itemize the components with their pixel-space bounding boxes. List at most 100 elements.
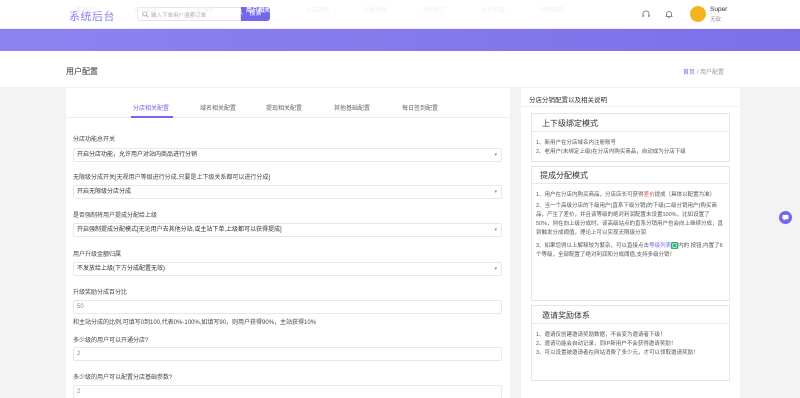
select-value: 开启分店功能，允许用户对站内商品进行分销 xyxy=(77,152,198,158)
page-title: 用户配置 xyxy=(66,67,98,76)
field-label: 用户升级金额归属 xyxy=(73,252,122,258)
help-text: 和主站分成的比例,可填写0到100,代表0%-100%,如填写90，则用户获得9… xyxy=(73,320,317,326)
notice-icon xyxy=(296,7,302,15)
nav-label: 公告通知 xyxy=(306,8,331,14)
chevron-down-icon: ⌄ xyxy=(449,8,454,14)
breadcrumb-home[interactable]: 首页 xyxy=(683,70,695,76)
info-card-title: 分店分销配置以及相关说明 xyxy=(529,97,607,104)
text-span: 提成（具体以配置为准） xyxy=(654,192,716,198)
section-title: 上下级绑定模式 xyxy=(542,119,598,128)
promo-icon xyxy=(412,7,419,15)
select-value: 开启强制提成分配模式[无论用户去其他分站,或主站下单,上级都可以获得提成] xyxy=(77,227,282,233)
nav-item-users[interactable]: 用户相关 ⌄ xyxy=(236,0,277,22)
unlimited-level-select[interactable]: 开启无限级分店分成 ▾ xyxy=(73,185,502,199)
breadcrumb: 首页 / 用户配置 xyxy=(683,67,724,76)
section-title: 提成分配模式 xyxy=(540,171,588,180)
top-bar xyxy=(0,0,800,29)
nav-item-promotion[interactable]: 活动推广 ⌄ xyxy=(412,0,453,22)
tab-branch-config[interactable]: 分店相关配置 xyxy=(133,103,169,112)
field-label: 升级奖励分成百分比 xyxy=(73,290,128,296)
dashboard-icon xyxy=(66,7,73,15)
nav-item-distribution[interactable]: 全局分销 ⌄ xyxy=(353,0,394,22)
section-divider xyxy=(531,131,730,132)
nav-item-app-store[interactable]: 应用商店 ⌄ xyxy=(530,0,571,22)
nav-item-goods[interactable]: 商品相关 ⌄ xyxy=(124,0,165,22)
goods-icon xyxy=(124,8,131,14)
nav-label: 商品相关 xyxy=(134,8,159,14)
field-label: 是否强制将用户提成分配给上级 xyxy=(73,213,158,219)
active-tab-indicator xyxy=(131,116,173,118)
nav-item-notices[interactable]: 公告通知 ⌄ xyxy=(296,0,337,22)
branch-switch-select[interactable]: 开启分店功能，允许用户对站内商品进行分销 ▾ xyxy=(73,148,502,162)
section-paragraph: 1、用户在分店内购买商品，分店店长可获得差价提成（具体以配置为准） xyxy=(536,191,726,200)
nav-item-orders[interactable]: 订单相关 ⌄ xyxy=(180,0,221,22)
chat-float-button[interactable] xyxy=(779,211,792,224)
chevron-down-icon: ⌄ xyxy=(273,8,278,14)
divider xyxy=(521,106,740,107)
section-text: 1、新用户在分店域名内注册账号 2、老用户(未绑定上级)在分店内购买商品，自动成为… xyxy=(536,139,726,157)
chevron-down-icon: ▾ xyxy=(494,266,497,272)
chevron-down-icon: ⌄ xyxy=(567,8,572,14)
branch-param-level-input[interactable]: 2 xyxy=(73,385,502,398)
avatar[interactable] xyxy=(690,6,706,22)
chevron-down-icon: ⌄ xyxy=(217,8,222,14)
chevron-down-icon: ▾ xyxy=(494,189,497,195)
section-paragraph: 3、如果您得以上解释较为繁杂，可以直接点击等级列表 内的 按钮,内置了6个等级，全… xyxy=(536,242,726,260)
section-line: 1、邀请仅创建邀请奖励数据，不会变为邀请者下级！ xyxy=(536,332,666,338)
nav-label: 活动推广 xyxy=(422,8,447,14)
page-header xyxy=(0,51,800,87)
field-label: 无限级分成开关[无视用户等级进行分成,只要是上下级关系都可以进行分成] xyxy=(73,175,271,181)
force-commission-select[interactable]: 开启强制提成分配模式[无论用户去其他分站,或主站下单,上级都可以获得提成] ▾ xyxy=(73,223,502,237)
chevron-down-icon: ⌄ xyxy=(333,8,338,14)
user-role: 无敌 xyxy=(710,17,722,23)
upgrade-amount-select[interactable]: 不发放给上级(下方分成配置无效) ▾ xyxy=(73,262,502,276)
distribution-icon xyxy=(353,8,360,14)
select-value: 不发放给上级(下方分成配置无效) xyxy=(77,266,165,272)
section-text: 1、用户在分店内购买商品，分店店长可获得差价提成（具体以配置为准） 2、当一个高… xyxy=(536,191,726,260)
section-divider xyxy=(531,183,730,184)
section-line: 3、可以设置被邀请者在网站消费了多少元，才可以领取邀请奖励！ xyxy=(536,350,699,356)
chevron-down-icon: ⌄ xyxy=(390,8,395,14)
section-line: 2、邀请功能会自动记录，同IP新用户不会获得邀请奖励！ xyxy=(536,341,677,347)
nav-item-site-config[interactable]: 站点配置 ⌄ xyxy=(471,0,512,22)
site-icon xyxy=(471,8,478,14)
text-span: 3、如果您得以上解释较为繁杂，可以直接点击 xyxy=(536,243,650,249)
chevron-down-icon: ⌄ xyxy=(508,8,513,14)
tab-withdraw-config[interactable]: 提现相关配置 xyxy=(266,103,302,112)
section-line: 1、新用户在分店域名内注册账号 xyxy=(536,140,617,146)
field-label: 多少级的用户可以开通分店? xyxy=(73,338,149,344)
breadcrumb-separator: / xyxy=(696,70,699,76)
section-text: 1、邀请仅创建邀请奖励数据，不会变为邀请者下级！ 2、邀请功能会自动记录，同IP新… xyxy=(536,331,726,358)
select-value: 开启无限级分店分成 xyxy=(77,189,132,195)
section-paragraph: 2、当一个高级分店的下级用户(直系下级分销)的下级(二级分销用户)购买商品，产生… xyxy=(536,203,724,236)
chevron-down-icon: ▾ xyxy=(494,227,497,233)
section-divider xyxy=(531,323,730,324)
chat-icon xyxy=(782,214,789,221)
chevron-down-icon: ⌄ xyxy=(103,8,108,14)
field-label: 多少级的用户可以配置分店基础参数? xyxy=(73,375,173,381)
section-title: 邀请奖励体系 xyxy=(542,311,590,320)
chevron-down-icon: ▾ xyxy=(494,152,497,158)
level-list-link[interactable]: 等级列表 xyxy=(649,243,671,249)
field-label: 分店功能总开关 xyxy=(73,137,116,143)
chevron-down-icon: ⌄ xyxy=(161,8,166,14)
breadcrumb-current: 用户配置 xyxy=(700,70,725,76)
upgrade-percent-input[interactable]: 50 xyxy=(73,300,502,314)
customer-service-icon[interactable] xyxy=(641,9,651,19)
store-icon xyxy=(530,7,537,15)
tab-domain-config[interactable]: 域名相关配置 xyxy=(200,103,236,112)
nav-label: 站点配置 xyxy=(481,8,506,14)
nav-label: 全局分销 xyxy=(363,8,388,14)
user-name[interactable]: Super xyxy=(710,6,727,13)
bell-icon[interactable] xyxy=(664,9,674,19)
nav-item-data-center[interactable]: 数据中心 ⌄ xyxy=(66,0,107,22)
text-span: 1、用户在分店内购买商品，分店店长可获得 xyxy=(536,192,644,198)
tab-checkin-config[interactable]: 每日签到配置 xyxy=(402,103,438,112)
user-icon xyxy=(236,7,243,15)
open-branch-level-input[interactable]: 2 xyxy=(73,347,502,361)
section-line: 2、老用户(未绑定上级)在分店内购买商品，自动成为分店下级 xyxy=(536,149,686,155)
nav-label: 订单相关 xyxy=(190,8,215,14)
main-nav xyxy=(0,29,800,51)
order-icon xyxy=(180,7,187,15)
tab-basic-config[interactable]: 其他基础配置 xyxy=(334,103,370,112)
